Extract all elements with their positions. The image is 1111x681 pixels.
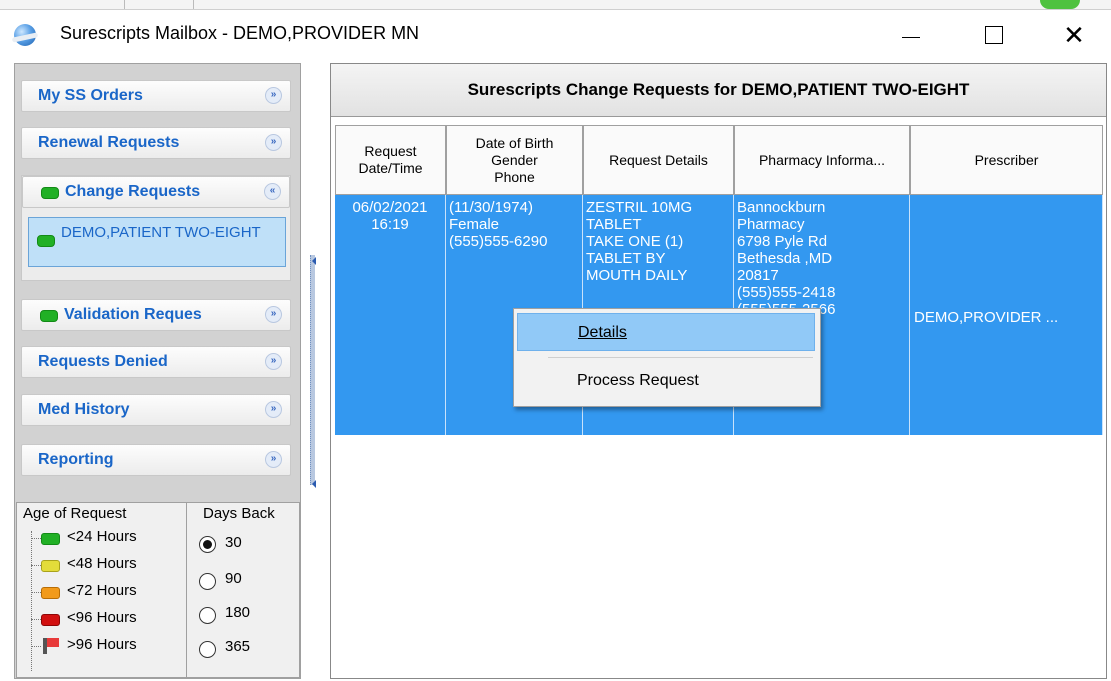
minimize-icon: [902, 36, 920, 38]
background-icon: [1040, 0, 1080, 9]
days-back-option-label: 180: [225, 604, 251, 621]
days-back-radio-365[interactable]: [199, 641, 216, 658]
sidebar-item-my-ss-orders[interactable]: My SS Orders »: [21, 80, 291, 112]
days-back-option-label: 365: [225, 638, 251, 655]
context-menu-process-request[interactable]: Process Request: [517, 362, 815, 400]
context-menu-label: Process Request: [577, 372, 699, 389]
collapse-left-icon[interactable]: [312, 480, 316, 488]
title-bar: Surescripts Mailbox - DEMO,PROVIDER MN ✕: [0, 9, 1111, 60]
sidebar-item-label: Validation Reques: [64, 306, 202, 323]
age-row-label: <96 Hours: [67, 609, 137, 626]
panel-header: Surescripts Change Requests for DEMO,PAT…: [331, 64, 1106, 117]
sidebar-item-change-requests[interactable]: Change Requests «: [22, 176, 290, 208]
age-row-label: >96 Hours: [67, 636, 137, 653]
window-title: Surescripts Mailbox - DEMO,PROVIDER MN: [60, 23, 420, 43]
cell-request-datetime: 06/02/2021 16:19: [335, 195, 446, 435]
surescripts-app-icon: [14, 24, 36, 46]
status-green-icon: [41, 187, 59, 199]
column-header-request-details[interactable]: Request Details: [583, 125, 734, 195]
chevron-down-icon[interactable]: »: [265, 353, 282, 370]
red-square-icon: [41, 614, 60, 626]
context-menu-details[interactable]: Details: [517, 313, 815, 351]
maximize-button[interactable]: [963, 10, 1025, 60]
yellow-square-icon: [41, 560, 60, 572]
column-header-pharmacy[interactable]: Pharmacy Informa...: [734, 125, 910, 195]
chevron-down-icon[interactable]: »: [265, 87, 282, 104]
legend-title: Age of Request: [23, 505, 127, 522]
sidebar-item-validation-requests[interactable]: Validation Reques »: [21, 299, 291, 331]
cell-prescriber: DEMO,PROVIDER ...: [910, 195, 1103, 435]
chevron-down-icon[interactable]: »: [265, 401, 282, 418]
red-flag-icon: [47, 638, 59, 647]
days-back-option-label: 30: [225, 534, 242, 551]
context-menu-label: Details: [578, 324, 627, 341]
menu-separator: [548, 357, 813, 358]
sidebar-item-renewal-requests[interactable]: Renewal Requests »: [21, 127, 291, 159]
age-row-label: <72 Hours: [67, 582, 137, 599]
pane-splitter[interactable]: [310, 255, 315, 485]
status-green-icon: [40, 310, 58, 322]
days-back-radio-180[interactable]: [199, 607, 216, 624]
change-requests-section: Change Requests « DEMO,PATIENT TWO-EIGHT: [21, 175, 291, 281]
sidebar-item-label: Reporting: [38, 451, 114, 468]
column-header-patient-info[interactable]: Date of Birth Gender Phone: [446, 125, 583, 195]
sidebar-item-label: Requests Denied: [38, 353, 168, 370]
green-square-icon: [41, 533, 60, 545]
patient-list-item[interactable]: DEMO,PATIENT TWO-EIGHT: [28, 217, 286, 267]
days-back-radio-90[interactable]: [199, 573, 216, 590]
collapse-left-icon[interactable]: [312, 257, 316, 265]
chevron-down-icon[interactable]: »: [265, 134, 282, 151]
days-back-group: Days Back 30 90 180 365: [186, 502, 300, 678]
sidebar-item-requests-denied[interactable]: Requests Denied »: [21, 346, 291, 378]
status-green-icon: [37, 235, 55, 247]
patient-name: DEMO,PATIENT TWO-EIGHT: [61, 224, 261, 241]
days-back-option-label: 90: [225, 570, 242, 587]
orange-square-icon: [41, 587, 60, 599]
chevron-down-icon[interactable]: »: [265, 451, 282, 468]
close-button[interactable]: ✕: [1043, 10, 1105, 60]
column-header-request-date[interactable]: Request Date/Time: [335, 125, 446, 195]
maximize-icon: [985, 26, 1003, 44]
context-menu: Details Process Request: [513, 308, 821, 407]
background-tab: [124, 0, 194, 9]
chevron-up-icon[interactable]: «: [264, 183, 281, 200]
sidebar-item-label: Med History: [38, 401, 130, 418]
days-back-radio-30[interactable]: [199, 536, 216, 553]
tree-line: [31, 531, 33, 671]
chevron-down-icon[interactable]: »: [265, 306, 282, 323]
sidebar-item-med-history[interactable]: Med History »: [21, 394, 291, 426]
age-row-label: <24 Hours: [67, 528, 137, 545]
sidebar-item-reporting[interactable]: Reporting »: [21, 444, 291, 476]
age-row-label: <48 Hours: [67, 555, 137, 572]
navigation-pane: My SS Orders » Renewal Requests » Change…: [14, 63, 301, 679]
days-back-title: Days Back: [203, 505, 275, 522]
sidebar-item-label: Renewal Requests: [38, 134, 180, 151]
panel-title: Surescripts Change Requests for DEMO,PAT…: [467, 80, 970, 99]
age-of-request-legend: Age of Request <24 Hours <48 Hours <72 H…: [16, 502, 187, 678]
minimize-button[interactable]: [880, 10, 942, 60]
column-header-prescriber[interactable]: Prescriber: [910, 125, 1103, 195]
sidebar-item-label: Change Requests: [65, 183, 201, 200]
close-icon: ✕: [1063, 19, 1085, 50]
sidebar-item-label: My SS Orders: [38, 87, 143, 104]
